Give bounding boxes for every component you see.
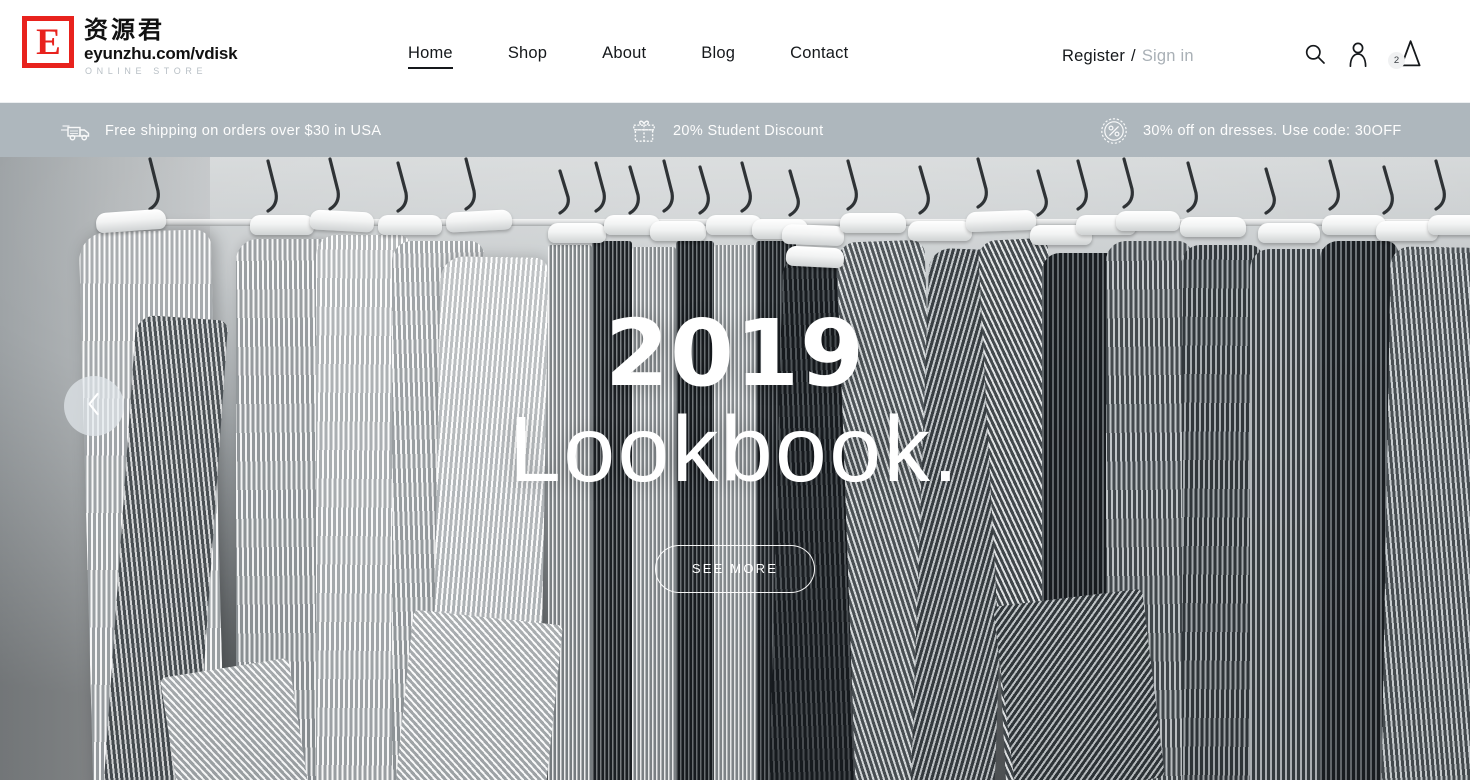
brand-name-cn: 资源君: [84, 16, 165, 44]
hanger: [309, 209, 375, 233]
garment: [395, 609, 563, 780]
shopping-bag-icon[interactable]: 2: [1388, 38, 1428, 70]
hanging-garments: [0, 197, 1470, 780]
hanger: [1428, 215, 1470, 235]
garment: [676, 241, 714, 780]
promo-item-free-shipping[interactable]: Free shipping on orders over $30 in USA: [60, 117, 381, 145]
hanger: [781, 223, 845, 247]
hero-carousel: 2019 Lookbook. SEE MORE: [0, 157, 1470, 780]
hanger: [785, 245, 845, 269]
promo-label-free-shipping: Free shipping on orders over $30 in USA: [105, 123, 382, 139]
garment: [1381, 246, 1470, 780]
nav-item-home[interactable]: Home: [408, 44, 453, 69]
hanger: [840, 213, 906, 233]
hanger: [548, 223, 606, 243]
hanger: [1116, 211, 1180, 231]
hanger: [250, 215, 314, 235]
carousel-prev-button[interactable]: [64, 376, 124, 436]
promo-label-student-discount: 20% Student Discount: [673, 123, 824, 139]
cart-item-count-badge: 2: [1388, 52, 1405, 69]
hanger: [650, 221, 706, 241]
site-header: E 资源君 eyunzhu.com/vdisk ONLINE STORE Hom…: [0, 0, 1470, 103]
hanger: [965, 209, 1037, 233]
garment: [592, 241, 632, 780]
brand-logo-mark: E: [22, 16, 74, 68]
search-icon[interactable]: [1300, 39, 1330, 69]
garment: [714, 245, 760, 780]
brand-logo-letter: E: [36, 21, 61, 63]
brand-url: eyunzhu.com/vdisk: [84, 44, 238, 63]
discount-seal-icon: [1098, 117, 1130, 145]
garment: [632, 247, 676, 780]
promo-item-student-discount[interactable]: 20% Student Discount: [628, 117, 823, 145]
brand-tagline: ONLINE STORE: [85, 66, 208, 76]
nav-item-about[interactable]: About: [602, 44, 646, 69]
main-navigation: Home Shop About Blog Contact: [408, 44, 848, 69]
brand-logo[interactable]: E 资源君 eyunzhu.com/vdisk ONLINE STORE: [22, 16, 238, 77]
page-root: E 资源君 eyunzhu.com/vdisk ONLINE STORE Hom…: [0, 0, 1470, 780]
garment: [992, 588, 1166, 780]
register-link[interactable]: Register: [1062, 47, 1125, 66]
nav-item-blog[interactable]: Blog: [701, 44, 735, 69]
hanger: [378, 215, 442, 235]
garment: [159, 657, 311, 780]
brand-logo-mark-inner: E: [27, 21, 69, 63]
nav-item-contact[interactable]: Contact: [790, 44, 848, 69]
chevron-left-icon: [84, 390, 104, 423]
brand-logo-text: 资源君 eyunzhu.com/vdisk ONLINE STORE: [84, 16, 238, 77]
hanger: [445, 209, 513, 233]
nav-item-shop[interactable]: Shop: [508, 44, 547, 69]
hanger: [908, 221, 972, 241]
account-separator: /: [1131, 47, 1136, 65]
hanger: [95, 208, 167, 234]
gift-box-icon: [628, 117, 660, 145]
hanger: [1258, 223, 1320, 243]
sign-in-link[interactable]: Sign in: [1142, 47, 1194, 66]
see-more-button[interactable]: SEE MORE: [655, 544, 815, 593]
delivery-truck-icon: [60, 117, 92, 145]
user-account-icon[interactable]: [1344, 39, 1372, 69]
promo-label-dress-discount: 30% off on dresses. Use code: 30OFF: [1143, 123, 1402, 139]
header-icon-group: 2: [1300, 38, 1428, 70]
hanger: [1180, 217, 1246, 237]
promotion-bar: Free shipping on orders over $30 in USA …: [0, 103, 1470, 157]
account-links: Register / Sign in: [1062, 47, 1194, 66]
promo-item-dress-discount[interactable]: 30% off on dresses. Use code: 30OFF: [1098, 117, 1402, 145]
